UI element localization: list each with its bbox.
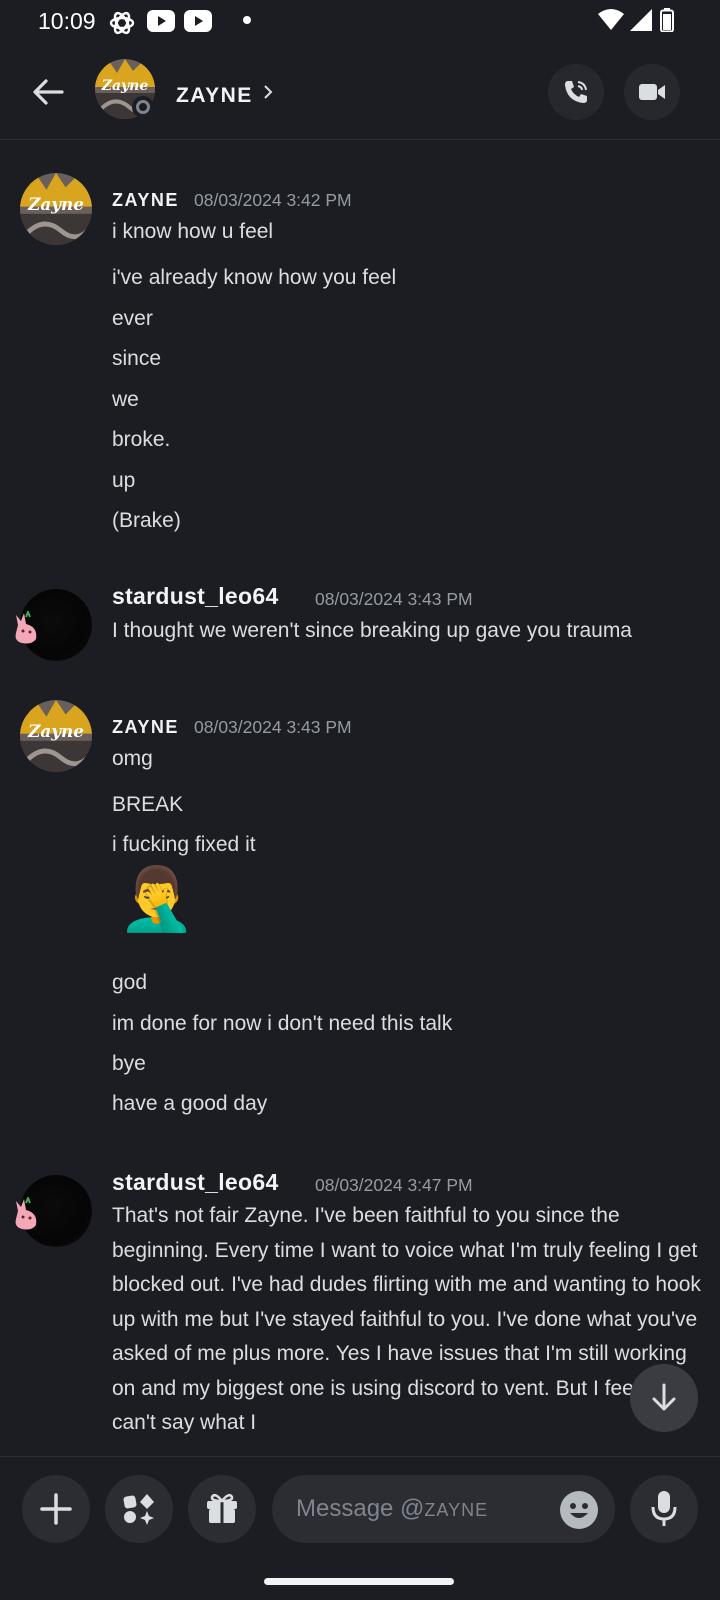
- svg-text:Zayne: Zayne: [27, 721, 84, 741]
- svg-text:Zayne: Zayne: [101, 78, 149, 94]
- message-text: (Brake): [112, 509, 181, 532]
- message-text: up: [112, 469, 136, 492]
- plus-icon: [40, 1493, 72, 1525]
- message-text: we: [112, 388, 139, 411]
- notification-dot-icon: [243, 16, 251, 24]
- message-text: god: [112, 971, 148, 994]
- chevron-right-icon[interactable]: [261, 82, 275, 102]
- message-text: have a good day: [112, 1092, 268, 1115]
- message-username[interactable]: stardust_leo64: [112, 583, 279, 610]
- message-list[interactable]: Zayne ZAYNE 08/03/2024 3:42 PM i know ho…: [0, 141, 720, 1456]
- message-username[interactable]: ZAYNE: [112, 717, 179, 738]
- app-notification-icon: [109, 11, 135, 35]
- message-timestamp: 08/03/2024 3:43 PM: [315, 589, 473, 609]
- user-avatar[interactable]: Zayne: [20, 700, 92, 772]
- message-input[interactable]: Message @ZAYNE: [272, 1475, 615, 1543]
- message-text: im done for now i don't need this talk: [112, 1012, 453, 1035]
- arrow-left-icon[interactable]: [30, 74, 66, 110]
- message-text: omg: [112, 747, 153, 770]
- smiley-face-icon: [570, 1503, 588, 1518]
- arrow-down-icon: [652, 1383, 676, 1411]
- youtube-icon: [147, 10, 175, 32]
- scroll-to-bottom-button[interactable]: [630, 1364, 698, 1432]
- gift-icon: [207, 1493, 237, 1523]
- facepalm-emoji: 🤦‍♂️: [118, 865, 196, 934]
- video-camera-icon: [639, 84, 665, 100]
- microphone-icon: [651, 1491, 677, 1526]
- bunny-decoration-icon: [15, 611, 37, 644]
- voice-call-button[interactable]: [548, 64, 604, 120]
- svg-text:Zayne: Zayne: [27, 194, 84, 214]
- message-username[interactable]: ZAYNE: [112, 190, 179, 211]
- user-avatar[interactable]: Zayne: [20, 173, 92, 245]
- wifi-icon: [598, 9, 624, 30]
- message-text: I thought we weren't since breaking up g…: [112, 619, 632, 642]
- youtube-icon: [184, 10, 212, 32]
- battery-icon: [660, 8, 674, 32]
- message-text: That's not fair Zayne. I've been faithfu…: [112, 1204, 701, 1434]
- message-text: i've already know how you feel: [112, 266, 397, 289]
- message-text: i know how u feel: [112, 220, 274, 243]
- message-text: BREAK: [112, 793, 184, 816]
- status-bar: 10:09: [0, 0, 720, 44]
- message-text: ever: [112, 307, 153, 330]
- message-input-placeholder: Message @ZAYNE: [296, 1495, 489, 1522]
- gift-button[interactable]: [188, 1475, 256, 1543]
- message-text: i fucking fixed it: [112, 833, 256, 856]
- apps-icon: [123, 1494, 154, 1525]
- message-text: bye: [112, 1052, 146, 1075]
- message-text: broke.: [112, 428, 171, 451]
- message-timestamp: 08/03/2024 3:47 PM: [315, 1175, 473, 1195]
- message-username[interactable]: stardust_leo64: [112, 1169, 279, 1196]
- phone-call-icon: [565, 81, 587, 103]
- status-time: 10:09: [38, 8, 96, 34]
- message-timestamp: 08/03/2024 3:42 PM: [194, 190, 352, 210]
- bunny-decoration-icon: [15, 1197, 37, 1230]
- message-timestamp: 08/03/2024 3:43 PM: [194, 717, 352, 737]
- message-text: since: [112, 347, 162, 370]
- emoji-button[interactable]: [560, 1491, 598, 1529]
- offline-status-icon: [132, 96, 154, 118]
- contact-name[interactable]: ZAYNE: [176, 84, 253, 108]
- chat-header: Zayne ZAYNE: [0, 44, 720, 140]
- add-attachment-button[interactable]: [22, 1475, 90, 1543]
- voice-message-button[interactable]: [630, 1475, 698, 1543]
- home-indicator[interactable]: [264, 1578, 454, 1585]
- video-call-button[interactable]: [624, 64, 680, 120]
- cell-signal-icon: [630, 9, 652, 31]
- apps-button[interactable]: [105, 1475, 173, 1543]
